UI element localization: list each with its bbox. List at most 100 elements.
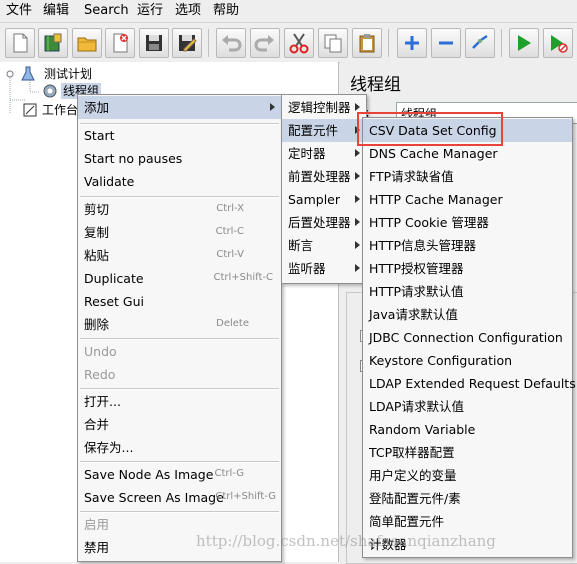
toolbar-separator [208,29,209,57]
submenu-item-random-variable[interactable]: Random Variable [363,418,572,441]
minus-icon [439,41,453,45]
context-menu: 添加 Start Start no pauses Validate 剪切 Ctrl… [77,94,282,562]
menu-file[interactable]: 文件 [6,2,32,20]
menu-item-duplicate[interactable]: Duplicate Ctrl+Shift-C [78,267,281,290]
submenu-item-login-config[interactable]: 登陆配置元件/素 [363,487,572,510]
submenu-item-http-cache-manager[interactable]: HTTP Cache Manager [363,188,572,211]
submenu-item-assertion[interactable]: 断言 [282,234,366,257]
play-icon [518,35,531,51]
start-no-pauses-button[interactable] [543,28,573,58]
page-title: 线程组 [350,75,401,95]
menu-item-merge[interactable]: 合并 [78,413,281,436]
submenu-arrow-icon [355,241,360,249]
undo-icon [222,35,242,52]
scissors-icon [289,33,309,54]
copy-button[interactable] [318,28,348,58]
save-button[interactable] [139,28,169,58]
submenu-item-sampler[interactable]: Sampler [282,188,366,211]
toolbar [0,23,577,63]
toggle-icon [472,34,488,49]
toolbar-separator [388,29,389,57]
menu-options[interactable]: 选项 [175,2,201,20]
highlight-callout [357,112,503,146]
new-button[interactable] [5,28,35,58]
menubar: 文件 编辑 Search 运行 选项 帮助 [0,0,577,23]
config-element-submenu: CSV Data Set Config DNS Cache Manager FT… [362,117,576,558]
menu-item-add[interactable]: 添加 [78,96,281,119]
redo-button[interactable] [250,28,280,58]
menu-item-undo[interactable]: Undo [78,340,281,363]
add-submenu: 逻辑控制器 配置元件 定时器 前置处理器 Sampler 后置处理器 断言 监听… [281,94,367,284]
submenu-item-simple-config[interactable]: 简单配置元件 [363,510,572,533]
submenu-arrow-icon [355,149,360,157]
menu-search[interactable]: Search [84,2,129,20]
submenu-item-ldap-extended-defaults[interactable]: LDAP Extended Request Defaults [363,372,576,395]
submenu-item-keystore-config[interactable]: Keystore Configuration [363,349,572,372]
menu-item-reset-gui[interactable]: Reset Gui [78,290,281,313]
expand-button[interactable] [397,28,427,58]
open-folder-icon [77,37,97,52]
save-as-button[interactable] [172,28,202,58]
menu-item-start[interactable]: Start [78,124,281,147]
paste-button[interactable] [352,28,382,58]
menu-help[interactable]: 帮助 [213,2,239,20]
submenu-item-timer[interactable]: 定时器 [282,142,366,165]
submenu-item-java-request-defaults[interactable]: Java请求默认值 [363,303,572,326]
submenu-item-ldap-defaults[interactable]: LDAP请求默认值 [363,395,572,418]
submenu-item-postprocessor[interactable]: 后置处理器 [282,211,366,234]
submenu-arrow-icon [355,218,360,226]
menu-item-cut[interactable]: 剪切 Ctrl-X [78,198,281,221]
menu-item-redo[interactable]: Redo [78,363,281,386]
submenu-arrow-icon [355,172,360,180]
toggle-button[interactable] [465,28,495,58]
submenu-arrow-icon [355,103,360,111]
redo-icon [254,35,274,52]
tree-node-workbench[interactable]: 工作台 [42,102,78,118]
collapse-button[interactable] [431,28,461,58]
menu-item-paste[interactable]: 粘贴 Ctrl-V [78,244,281,267]
menu-item-copy[interactable]: 复制 Ctrl-C [78,221,281,244]
edit-save-icon [179,35,197,52]
workbench-icon [23,103,37,117]
watermark: http://blog.csdn.net/shafasanqianzhang [196,532,496,550]
menu-item-save-node-image[interactable]: Save Node As Image Ctrl-G [78,463,281,486]
start-button[interactable] [509,28,539,58]
submenu-item-http-auth-manager[interactable]: HTTP授权管理器 [363,257,572,280]
menu-item-validate[interactable]: Validate [78,170,281,193]
submenu-item-tcp-sampler-config[interactable]: TCP取样器配置 [363,441,572,464]
menu-run[interactable]: 运行 [137,2,163,20]
close-document-icon [113,33,128,53]
templates-button[interactable] [38,28,68,58]
open-button[interactable] [72,28,102,58]
plus-icon [405,36,419,50]
submenu-arrow-icon [270,103,275,111]
menu-edit[interactable]: 编辑 [43,2,69,20]
undo-button[interactable] [216,28,246,58]
menu-item-open[interactable]: 打开... [78,390,281,413]
submenu-arrow-icon [355,195,360,203]
submenu-item-http-cookie-manager[interactable]: HTTP Cookie 管理器 [363,211,572,234]
flask-icon [21,66,35,81]
submenu-item-http-request-defaults[interactable]: HTTP请求默认值 [363,280,572,303]
submenu-item-config-element[interactable]: 配置元件 [282,119,366,142]
submenu-item-user-defined-variables[interactable]: 用户定义的变量 [363,464,572,487]
cut-button[interactable] [284,28,314,58]
submenu-arrow-icon [355,264,360,272]
close-button[interactable] [105,28,135,58]
submenu-item-logic-controller[interactable]: 逻辑控制器 [282,96,366,119]
gear-icon [43,84,57,98]
menu-item-save-screen-image[interactable]: Save Screen As Image Ctrl+Shift-G [78,486,281,509]
submenu-item-preprocessor[interactable]: 前置处理器 [282,165,366,188]
toolbar-separator [501,29,502,57]
submenu-item-ftp-defaults[interactable]: FTP请求缺省值 [363,165,572,188]
templates-icon [44,33,62,52]
play-no-pause-icon [551,35,568,53]
submenu-item-jdbc-connection-config[interactable]: JDBC Connection Configuration [363,326,572,349]
save-icon [146,35,162,51]
tree-node-test-plan[interactable]: 测试计划 [44,66,92,82]
menu-item-start-no-pauses[interactable]: Start no pauses [78,147,281,170]
menu-item-save-as[interactable]: 保存为... [78,436,281,459]
menu-item-delete[interactable]: 删除 Delete [78,313,281,336]
submenu-item-http-header-manager[interactable]: HTTP信息头管理器 [363,234,572,257]
submenu-item-listener[interactable]: 监听器 [282,257,366,280]
